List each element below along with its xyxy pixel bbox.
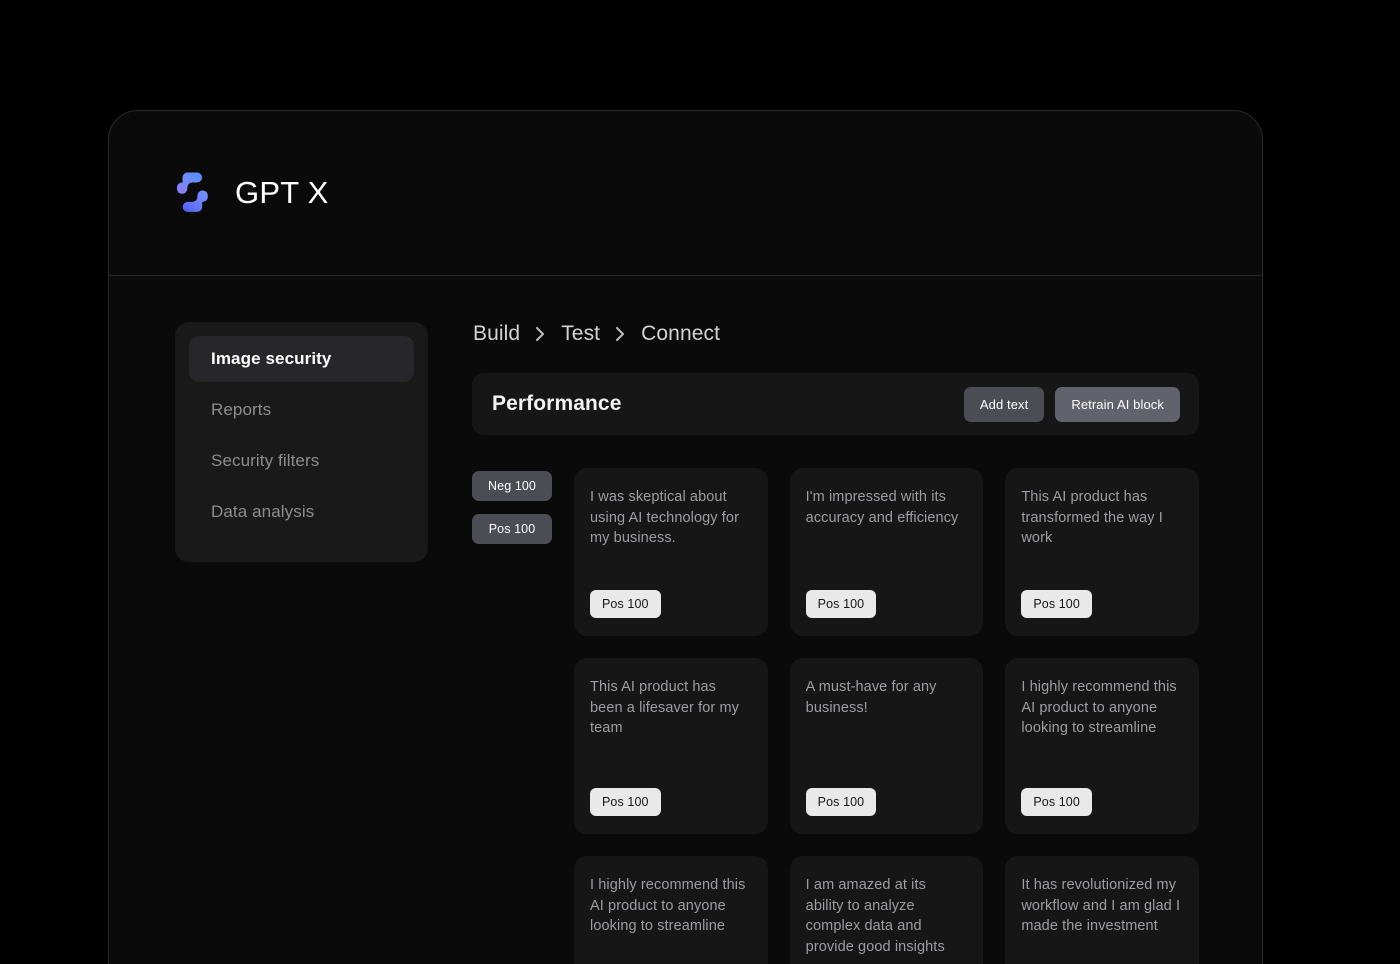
- feedback-card[interactable]: I'm impressed with its accuracy and effi…: [790, 468, 984, 636]
- app-header: GPT X: [109, 111, 1262, 276]
- device-frame: GPT X Image security Reports Security fi…: [108, 110, 1263, 964]
- feedback-card[interactable]: This AI product has transformed the way …: [1005, 468, 1199, 636]
- breadcrumb: Build Test Connect: [472, 322, 1199, 346]
- feedback-card-text: It has revolutionized my workflow and I …: [1021, 875, 1181, 937]
- feedback-card-text: This AI product has been a lifesaver for…: [590, 677, 750, 739]
- feedback-card-text: I highly recommend this AI product to an…: [1021, 677, 1181, 739]
- sidebar-item-reports[interactable]: Reports: [189, 387, 414, 433]
- sentiment-filter-column: Neg 100 Pos 100: [472, 468, 574, 964]
- feedback-card[interactable]: I highly recommend this AI product to an…: [574, 856, 768, 964]
- results-area: Neg 100 Pos 100 I was skeptical about us…: [472, 468, 1199, 964]
- main-content: Build Test Connect Perfor: [428, 322, 1262, 964]
- feedback-card[interactable]: It has revolutionized my workflow and I …: [1005, 856, 1199, 964]
- feedback-card-badge[interactable]: Pos 100: [806, 590, 877, 618]
- feedback-card[interactable]: I am amazed at its ability to analyze co…: [790, 856, 984, 964]
- sidebar-item-label: Reports: [211, 400, 271, 419]
- feedback-card[interactable]: I was skeptical about using AI technolog…: [574, 468, 768, 636]
- sidebar-item-label: Data analysis: [211, 502, 314, 521]
- feedback-card-badge[interactable]: Pos 100: [590, 590, 661, 618]
- chevron-right-icon: [615, 325, 626, 343]
- sidebar: Image security Reports Security filters …: [175, 322, 428, 562]
- sidebar-item-security-filters[interactable]: Security filters: [189, 438, 414, 484]
- feedback-card-text: I'm impressed with its accuracy and effi…: [806, 487, 966, 528]
- app-body: Image security Reports Security filters …: [109, 276, 1262, 964]
- sidebar-item-label: Security filters: [211, 451, 319, 470]
- feedback-card-text: I was skeptical about using AI technolog…: [590, 487, 750, 549]
- feedback-card-badge[interactable]: Pos 100: [806, 788, 877, 816]
- feedback-cards-column: I was skeptical about using AI technolog…: [574, 468, 1199, 964]
- feedback-card-badge[interactable]: Pos 100: [1021, 590, 1092, 618]
- chevron-right-icon: [535, 325, 546, 343]
- app-title: GPT X: [235, 175, 328, 211]
- breadcrumb-item-test[interactable]: Test: [561, 322, 600, 346]
- add-text-button[interactable]: Add text: [964, 387, 1045, 422]
- feedback-card-grid: I was skeptical about using AI technolog…: [574, 468, 1199, 964]
- performance-panel: Performance Add text Retrain AI block: [472, 373, 1199, 435]
- performance-title: Performance: [492, 392, 622, 416]
- brand: GPT X: [171, 169, 328, 217]
- feedback-card-badge[interactable]: Pos 100: [1021, 788, 1092, 816]
- feedback-card[interactable]: This AI product has been a lifesaver for…: [574, 658, 768, 834]
- performance-actions: Add text Retrain AI block: [964, 387, 1180, 422]
- filter-chip-positive[interactable]: Pos 100: [472, 514, 552, 544]
- page-root: GPT X Image security Reports Security fi…: [0, 0, 1400, 964]
- breadcrumb-item-build[interactable]: Build: [473, 322, 520, 346]
- feedback-card-text: I highly recommend this AI product to an…: [590, 875, 750, 937]
- breadcrumb-item-connect[interactable]: Connect: [641, 322, 720, 346]
- sidebar-item-label: Image security: [211, 349, 331, 368]
- retrain-ai-block-button[interactable]: Retrain AI block: [1055, 387, 1180, 422]
- sidebar-item-image-security[interactable]: Image security: [189, 336, 414, 382]
- filter-chip-negative[interactable]: Neg 100: [472, 471, 552, 501]
- feedback-card[interactable]: A must-have for any business! Pos 100: [790, 658, 984, 834]
- feedback-card-text: A must-have for any business!: [806, 677, 966, 718]
- feedback-card[interactable]: I highly recommend this AI product to an…: [1005, 658, 1199, 834]
- sidebar-item-data-analysis[interactable]: Data analysis: [189, 489, 414, 535]
- feedback-card-badge[interactable]: Pos 100: [590, 788, 661, 816]
- feedback-card-text: I am amazed at its ability to analyze co…: [806, 875, 966, 957]
- feedback-card-text: This AI product has transformed the way …: [1021, 487, 1181, 549]
- gptx-logo-icon: [171, 169, 219, 217]
